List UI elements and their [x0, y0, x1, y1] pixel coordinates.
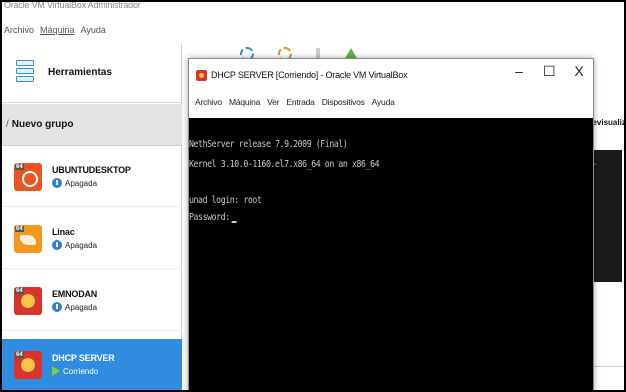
vm-menu-archivo[interactable]: Archivo — [195, 97, 222, 107]
vm-item-linac[interactable]: 64 Linac Apagada — [2, 209, 182, 269]
group-header[interactable]: / Nuevo grupo — [2, 104, 182, 146]
vm-name: EMNODAN — [52, 289, 98, 299]
vm-item-emnodan[interactable]: 64 EMNODAN Apagada — [2, 271, 182, 331]
vm-menu-ver[interactable]: Ver — [267, 97, 279, 107]
vm-item-ubuntudesktop[interactable]: 64 UBUNTUDESKTOP Apagada — [2, 147, 182, 207]
vm-menu-ayuda[interactable]: Ayuda — [372, 97, 395, 107]
vm-console-screen[interactable]: NethServer release 7.9.2009 (Final) Kern… — [189, 118, 593, 392]
running-arrow-icon — [52, 366, 60, 376]
vm-menubar: Archivo Máquina Ver Entrada Dispositivos… — [189, 93, 593, 111]
group-label: Nuevo grupo — [11, 119, 74, 130]
vm-menu-dispositivos[interactable]: Dispositivos — [322, 97, 365, 107]
os-logo-icon: 64 — [14, 350, 42, 379]
tools-icon — [16, 59, 34, 86]
vm-status-text: Apagada — [65, 178, 98, 188]
vm-status-text: Corriendo — [63, 366, 99, 376]
os-logo-icon: 64 — [14, 286, 42, 315]
menu-archivo[interactable]: Archivo — [4, 25, 34, 39]
tools-item[interactable]: Herramientas — [2, 43, 182, 103]
vm-name: DHCP SERVER — [52, 353, 115, 363]
power-off-icon — [52, 302, 62, 312]
text-cursor — [231, 221, 237, 223]
vm-name: UBUNTUDESKTOP — [52, 165, 131, 175]
vm-sidebar: Herramientas / Nuevo grupo 64 UBUNTUDESK… — [2, 43, 182, 391]
virtualbox-icon — [196, 69, 207, 81]
power-off-icon — [52, 240, 62, 250]
vm-item-dhcp-server[interactable]: 64 DHCP SERVER Corriendo — [2, 339, 182, 391]
close-button[interactable]: X — [573, 63, 585, 80]
maximize-button[interactable]: ☐ — [543, 63, 556, 80]
minimize-button[interactable]: – — [513, 63, 525, 80]
vm-status: Apagada — [52, 302, 97, 312]
manager-menubar: Archivo Máquina Ayuda — [4, 25, 106, 39]
vm-titlebar[interactable]: DHCP SERVER [Corriendo] - Oracle VM Virt… — [189, 59, 593, 91]
menu-ayuda[interactable]: Ayuda — [81, 25, 106, 39]
vm-window-title: DHCP SERVER [Corriendo] - Oracle VM Virt… — [211, 70, 408, 80]
console-line: unad login: root — [189, 195, 262, 206]
console-line: Kernel 3.10.0-1160.el7.x86_64 on an x86_… — [189, 159, 380, 170]
console-line: NethServer release 7.9.2009 (Final) — [189, 139, 348, 150]
vm-menu-maquina[interactable]: Máquina — [229, 97, 260, 107]
ubuntu-logo-icon: 64 — [14, 162, 42, 191]
vm-window[interactable]: DHCP SERVER [Corriendo] - Oracle VM Virt… — [188, 58, 594, 392]
console-line: Password: — [189, 212, 230, 223]
menu-maquina[interactable]: Máquina — [40, 25, 75, 39]
vm-status-text: Apagada — [65, 302, 98, 312]
vm-name: Linac — [52, 227, 75, 237]
vm-status: Apagada — [52, 178, 131, 188]
vm-status: Apagada — [52, 240, 97, 250]
vm-status: Corriendo — [52, 366, 115, 376]
linux-logo-icon: 64 — [14, 224, 42, 253]
power-off-icon — [52, 178, 62, 188]
group-collapse-icon[interactable]: / — [6, 119, 9, 130]
manager-window-title: Oracle VM VirtualBox Administrador — [4, 0, 141, 10]
tools-label: Herramientas — [48, 67, 112, 78]
vm-menu-entrada[interactable]: Entrada — [286, 97, 315, 107]
console-password-line: Password: — [189, 212, 237, 223]
vm-status-text: Apagada — [65, 240, 98, 250]
